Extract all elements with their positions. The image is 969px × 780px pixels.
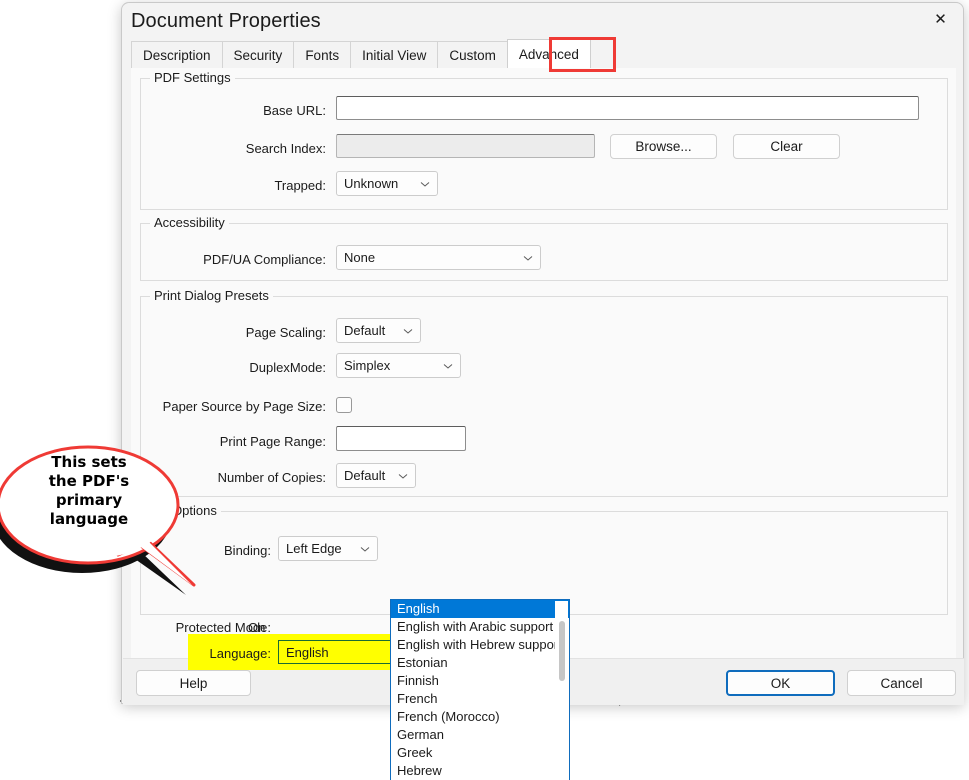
pdfua-compliance-select[interactable]: None: [336, 245, 541, 270]
dropdown-scrollbar-thumb[interactable]: [559, 621, 565, 681]
binding-select[interactable]: Left Edge: [278, 536, 378, 561]
chevron-down-icon: [403, 326, 413, 336]
tab-fonts[interactable]: Fonts: [293, 41, 352, 68]
dialog-title: Document Properties: [131, 10, 321, 32]
pdfua-compliance-value: None: [344, 250, 376, 265]
close-icon[interactable]: ✕: [918, 3, 963, 35]
tab-initial-view[interactable]: Initial View: [350, 41, 439, 68]
document-properties-dialog: Document Properties ✕ Description Securi…: [121, 2, 964, 780]
list-item[interactable]: French (Morocco): [391, 708, 569, 726]
clear-button[interactable]: Clear: [733, 134, 840, 159]
search-index-input[interactable]: [336, 134, 595, 158]
help-button[interactable]: Help: [136, 670, 251, 696]
number-of-copies-value: Default: [344, 468, 386, 483]
print-page-range-input[interactable]: [336, 426, 466, 451]
list-item[interactable]: German: [391, 726, 569, 744]
chevron-down-icon: [398, 471, 408, 481]
binding-value: Left Edge: [286, 541, 342, 556]
list-item[interactable]: English: [391, 600, 569, 618]
page-scaling-value: Default: [344, 323, 386, 338]
list-item[interactable]: French: [391, 690, 569, 708]
advanced-tab-panel: PDF Settings Base URL: Search Index: Bro…: [131, 68, 956, 670]
cancel-button[interactable]: Cancel: [847, 670, 956, 696]
annotation-callout: This sets the PDF's primary language: [0, 437, 216, 607]
language-select-value: English: [286, 644, 329, 660]
ok-button[interactable]: OK: [726, 670, 835, 696]
search-index-label: Search Index:: [245, 141, 326, 156]
base-url-label: Base URL:: [263, 103, 326, 118]
page-scaling-select[interactable]: Default: [336, 318, 421, 343]
base-url-input[interactable]: [336, 96, 919, 120]
dropdown-scrollbar[interactable]: [555, 601, 568, 780]
group-print-dialog-presets-title: Print Dialog Presets: [150, 288, 273, 303]
list-item[interactable]: English with Hebrew support: [391, 636, 569, 654]
language-label: Language:: [209, 646, 271, 661]
language-dropdown-list[interactable]: English English with Arabic support Engl…: [390, 599, 570, 780]
paper-source-checkbox[interactable]: [336, 397, 352, 413]
list-item[interactable]: Hebrew: [391, 762, 569, 780]
screen: ...ded December 31, 2022 5% Document Pro…: [0, 0, 969, 780]
trapped-select-value: Unknown: [344, 176, 399, 191]
duplex-mode-value: Simplex: [344, 358, 391, 373]
chevron-down-icon: [523, 253, 533, 263]
group-pdf-settings-title: PDF Settings: [150, 70, 235, 85]
tab-strip: Description Security Fonts Initial View …: [131, 39, 591, 68]
tab-advanced[interactable]: Advanced: [506, 39, 591, 68]
tab-security[interactable]: Security: [221, 41, 295, 68]
group-accessibility-title: Accessibility: [150, 215, 229, 230]
pdfua-compliance-label: PDF/UA Compliance:: [203, 252, 326, 267]
trapped-select[interactable]: Unknown: [336, 171, 438, 196]
paper-source-label: Paper Source by Page Size:: [162, 399, 326, 414]
browse-button[interactable]: Browse...: [610, 134, 717, 159]
list-item[interactable]: Greek: [391, 744, 569, 762]
list-item[interactable]: Estonian: [391, 654, 569, 672]
number-of-copies-select[interactable]: Default: [336, 463, 416, 488]
dialog-titlebar: Document Properties ✕: [122, 3, 963, 43]
tab-custom[interactable]: Custom: [437, 41, 508, 68]
protected-mode-value: On: [248, 620, 266, 635]
page-scaling-label: Page Scaling:: [245, 325, 326, 340]
duplex-mode-label: DuplexMode:: [249, 360, 326, 375]
chevron-down-icon: [420, 179, 430, 189]
duplex-mode-select[interactable]: Simplex: [336, 353, 461, 378]
list-item[interactable]: Finnish: [391, 672, 569, 690]
tab-description[interactable]: Description: [131, 41, 223, 68]
chevron-down-icon: [360, 544, 370, 554]
chevron-down-icon: [443, 361, 453, 371]
trapped-label: Trapped:: [274, 178, 326, 193]
list-item[interactable]: English with Arabic support: [391, 618, 569, 636]
